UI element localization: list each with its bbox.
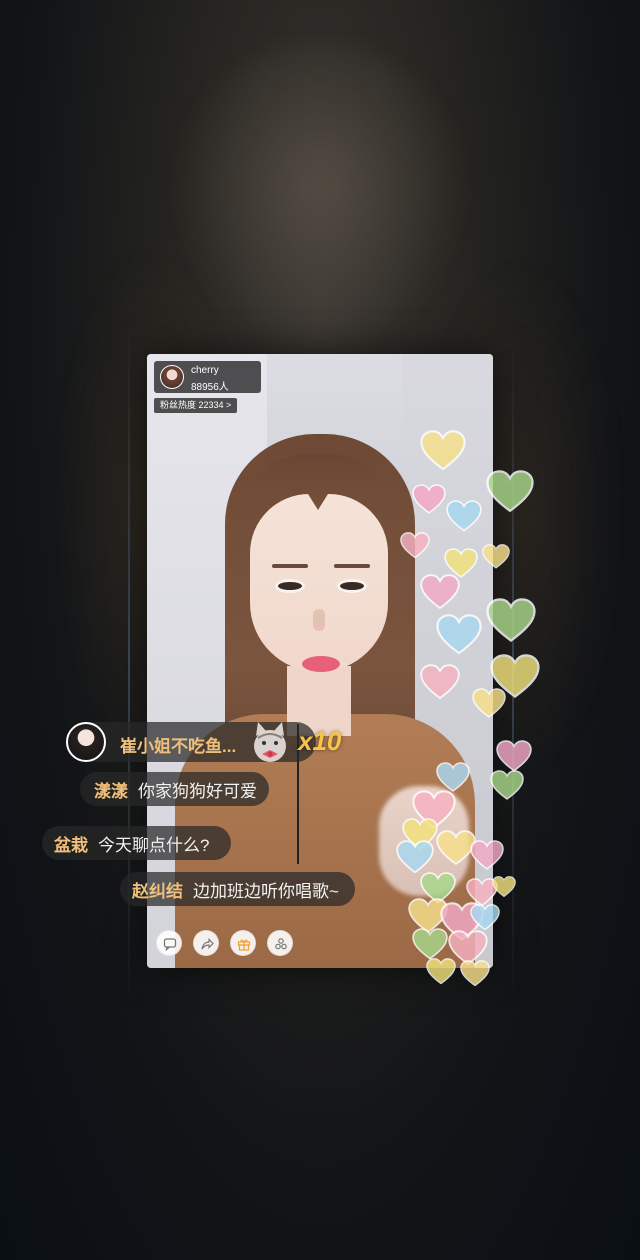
gift-icon <box>237 939 251 951</box>
heart-icon <box>492 876 516 898</box>
viewer-count: 88956人 <box>191 382 229 393</box>
heart-icon <box>470 840 504 870</box>
heart-icon <box>420 574 460 610</box>
chat-text: 你家狗狗好可爱 <box>138 781 257 801</box>
more-icon <box>275 938 287 950</box>
chat-message: 漾漾 你家狗狗好可爱 <box>80 772 269 806</box>
chat-button[interactable] <box>156 930 182 956</box>
heart-icon <box>436 614 482 655</box>
chat-username[interactable]: 漾漾 <box>94 777 128 802</box>
chat-message: 赵纠结 边加班边听你唱歌~ <box>120 872 355 906</box>
streamer-lips <box>302 656 340 672</box>
streamer-eye-left <box>275 579 305 593</box>
heart-icon <box>436 762 470 792</box>
heart-icon <box>420 430 466 471</box>
chat-text: 今天聊点什么? <box>98 835 210 855</box>
streamer-eye-right <box>337 579 367 593</box>
chat-username[interactable]: 赵纠结 <box>132 877 183 902</box>
chat-username[interactable]: 盆栽 <box>54 831 88 856</box>
chat-message: 盆栽 今天聊点什么? <box>42 826 232 860</box>
gift-button[interactable] <box>230 930 256 956</box>
cat-gift-icon <box>254 722 286 762</box>
heart-icon <box>420 664 460 700</box>
heart-icon <box>400 532 430 559</box>
streamer-brow-left <box>272 564 308 568</box>
heart-icon <box>482 544 510 569</box>
fans-heat-button[interactable]: 粉丝热度 22334 > <box>154 398 238 413</box>
heart-icon <box>486 470 534 513</box>
sender-avatar[interactable] <box>66 722 106 762</box>
gift-sender-name[interactable]: 崔小姐不吃鱼... <box>120 732 236 757</box>
chat-icon <box>163 938 177 951</box>
chat-text: 边加班边听你唱歌~ <box>193 881 339 901</box>
gift-message: 崔小姐不吃鱼... <box>66 722 316 762</box>
share-icon <box>201 938 214 950</box>
heart-icon <box>460 960 490 987</box>
gift-count: x10 <box>298 726 342 756</box>
glow-line-left <box>128 320 130 1010</box>
streamer-nose <box>313 609 325 631</box>
heart-icon <box>490 770 524 800</box>
streamer-face <box>250 494 388 672</box>
more-button[interactable] <box>267 930 293 956</box>
streamer-brow-right <box>334 564 370 568</box>
share-button[interactable] <box>193 930 219 956</box>
anchor-info-card[interactable]: cherry 88956人 <box>154 361 261 393</box>
heart-icon <box>412 928 448 960</box>
heart-icon <box>470 904 500 931</box>
heart-icon <box>412 484 446 514</box>
anchor-avatar[interactable] <box>160 365 184 389</box>
heart-icon <box>472 688 506 718</box>
heart-icon <box>426 958 456 985</box>
heart-icon <box>486 598 536 642</box>
heart-icon <box>496 740 532 772</box>
heart-icon <box>396 840 434 874</box>
heart-icon <box>446 500 482 532</box>
anchor-name: cherry <box>191 365 219 376</box>
